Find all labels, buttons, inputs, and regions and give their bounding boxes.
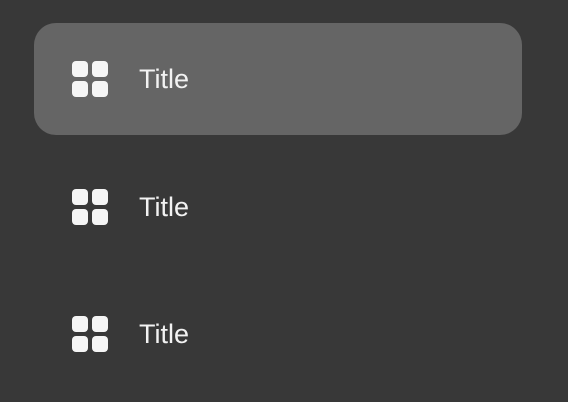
- grid-icon: [72, 61, 108, 97]
- menu-item-3[interactable]: Title: [34, 278, 522, 390]
- menu-item-1[interactable]: Title: [34, 23, 522, 135]
- navigation-menu: Title Title Title: [0, 0, 568, 402]
- grid-icon: [72, 189, 108, 225]
- menu-item-label: Title: [139, 192, 190, 222]
- menu-item-label: Title: [139, 319, 190, 349]
- menu-item-label: Title: [139, 64, 190, 94]
- menu-item-2[interactable]: Title: [34, 151, 522, 263]
- grid-icon: [72, 316, 108, 352]
